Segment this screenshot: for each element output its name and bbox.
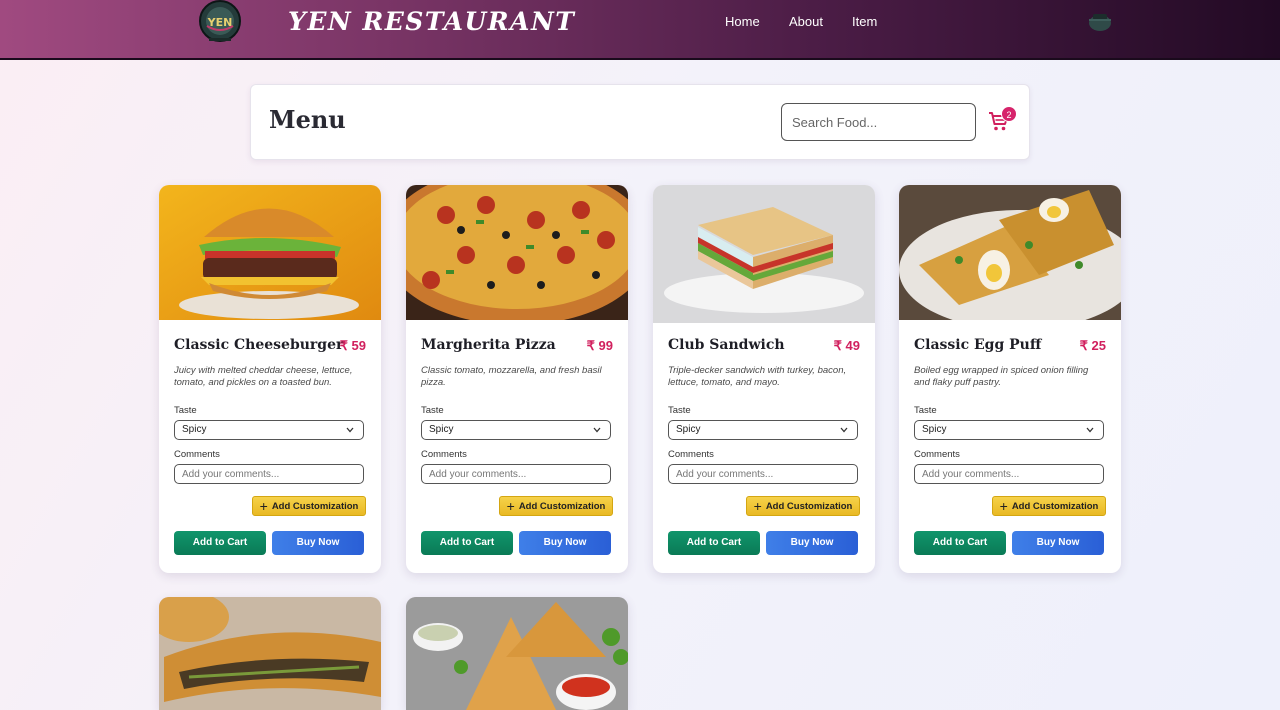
plus-icon: + bbox=[999, 498, 1008, 514]
comments-input[interactable] bbox=[914, 464, 1104, 484]
taste-selected-value: Spicy bbox=[922, 424, 947, 435]
taste-selected-value: Spicy bbox=[182, 424, 207, 435]
comments-input[interactable] bbox=[668, 464, 858, 484]
add-to-cart-button[interactable]: Add to Cart bbox=[668, 531, 760, 555]
add-customization-button[interactable]: + Add Customization bbox=[499, 496, 613, 516]
item-description: Triple-decker sandwich with turkey, baco… bbox=[668, 365, 847, 388]
add-customization-label: Add Customization bbox=[765, 500, 853, 512]
nav-item-link[interactable]: Item bbox=[852, 14, 877, 29]
item-description: Classic tomato, mozzarella, and fresh ba… bbox=[421, 365, 602, 388]
taste-selected-value: Spicy bbox=[676, 424, 701, 435]
item-price: ₹ 25 bbox=[1079, 338, 1106, 353]
item-price: ₹ 49 bbox=[833, 338, 860, 353]
taste-select[interactable]: Spicy bbox=[668, 420, 858, 440]
user-avatar-icon[interactable] bbox=[1087, 11, 1113, 33]
top-navbar: YEN YEN RESTAURANT Home About Item bbox=[0, 0, 1280, 60]
chevron-down-icon bbox=[346, 427, 354, 433]
item-description: Juicy with melted cheddar cheese, lettuc… bbox=[174, 365, 353, 388]
search-input[interactable] bbox=[781, 103, 976, 141]
taste-label: Taste bbox=[914, 405, 937, 416]
taste-select[interactable]: Spicy bbox=[174, 420, 364, 440]
brand-title: YEN RESTAURANT bbox=[288, 7, 576, 36]
item-description: Boiled egg wrapped in spiced onion filli… bbox=[914, 365, 1089, 388]
taste-select[interactable]: Spicy bbox=[421, 420, 611, 440]
item-price: ₹ 99 bbox=[586, 338, 613, 353]
chevron-down-icon bbox=[840, 427, 848, 433]
cheeseburger-image bbox=[159, 185, 381, 320]
egg-puff-image bbox=[899, 185, 1121, 320]
comments-label: Comments bbox=[914, 449, 960, 460]
menu-item-card bbox=[406, 597, 628, 710]
item-title: Margherita Pizza bbox=[421, 337, 556, 353]
buy-now-button[interactable]: Buy Now bbox=[766, 531, 858, 555]
nav-home-link[interactable]: Home bbox=[725, 14, 760, 29]
comments-input[interactable] bbox=[174, 464, 364, 484]
add-customization-button[interactable]: + Add Customization bbox=[252, 496, 366, 516]
add-customization-label: Add Customization bbox=[1011, 500, 1099, 512]
taste-label: Taste bbox=[421, 405, 444, 416]
add-to-cart-button[interactable]: Add to Cart bbox=[174, 531, 266, 555]
menu-header-bar: Menu 2 bbox=[250, 84, 1030, 160]
buy-now-button[interactable]: Buy Now bbox=[1012, 531, 1104, 555]
add-customization-button[interactable]: + Add Customization bbox=[746, 496, 860, 516]
comments-input[interactable] bbox=[421, 464, 611, 484]
comments-label: Comments bbox=[174, 449, 220, 460]
comments-label: Comments bbox=[421, 449, 467, 460]
menu-item-card: Club Sandwich ₹ 49 Triple-decker sandwic… bbox=[653, 185, 875, 573]
samosa-image bbox=[406, 597, 628, 710]
add-customization-button[interactable]: + Add Customization bbox=[992, 496, 1106, 516]
buy-now-button[interactable]: Buy Now bbox=[272, 531, 364, 555]
add-to-cart-button[interactable]: Add to Cart bbox=[421, 531, 513, 555]
plus-icon: + bbox=[259, 498, 268, 514]
svg-text:YEN: YEN bbox=[207, 16, 233, 29]
veg-puff-image bbox=[159, 597, 381, 710]
plus-icon: + bbox=[506, 498, 515, 514]
buy-now-button[interactable]: Buy Now bbox=[519, 531, 611, 555]
taste-select[interactable]: Spicy bbox=[914, 420, 1104, 440]
restaurant-logo[interactable]: YEN bbox=[195, 0, 245, 44]
menu-item-card: Classic Cheeseburger ₹ 59 Juicy with mel… bbox=[159, 185, 381, 573]
add-customization-label: Add Customization bbox=[271, 500, 359, 512]
item-title: Classic Egg Puff bbox=[914, 337, 1042, 353]
nav-about-link[interactable]: About bbox=[789, 14, 823, 29]
chevron-down-icon bbox=[1086, 427, 1094, 433]
plus-icon: + bbox=[753, 498, 762, 514]
item-title: Club Sandwich bbox=[668, 337, 785, 353]
comments-label: Comments bbox=[668, 449, 714, 460]
taste-label: Taste bbox=[668, 405, 691, 416]
menu-item-card: Classic Egg Puff ₹ 25 Boiled egg wrapped… bbox=[899, 185, 1121, 573]
chevron-down-icon bbox=[593, 427, 601, 433]
cart-count-badge: 2 bbox=[1001, 106, 1017, 122]
page-title: Menu bbox=[269, 105, 346, 134]
add-customization-label: Add Customization bbox=[518, 500, 606, 512]
item-price: ₹ 59 bbox=[339, 338, 366, 353]
menu-item-card: Margherita Pizza ₹ 99 Classic tomato, mo… bbox=[406, 185, 628, 573]
taste-selected-value: Spicy bbox=[429, 424, 454, 435]
pizza-image bbox=[406, 185, 628, 320]
item-title: Classic Cheeseburger bbox=[174, 337, 344, 353]
add-to-cart-button[interactable]: Add to Cart bbox=[914, 531, 1006, 555]
club-sandwich-image bbox=[653, 185, 875, 323]
taste-label: Taste bbox=[174, 405, 197, 416]
menu-item-card bbox=[159, 597, 381, 710]
